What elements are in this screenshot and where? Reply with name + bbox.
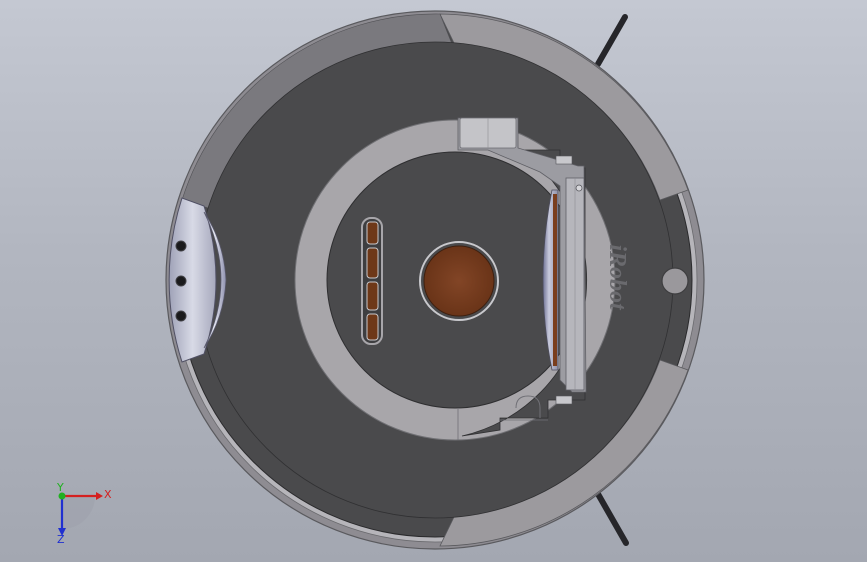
brand-logo: iRobot xyxy=(604,244,630,311)
small-button[interactable] xyxy=(661,267,689,295)
main-brush-strip xyxy=(553,194,557,366)
sensor-hole-2 xyxy=(175,275,187,287)
cad-viewport[interactable]: iRobot X Y Z xyxy=(0,0,867,562)
y-axis-label: Y xyxy=(56,481,64,494)
brush-rail-screw-top xyxy=(575,184,583,192)
vent-slot xyxy=(366,247,379,279)
vent-slot xyxy=(366,221,379,245)
side-brush-bottom xyxy=(595,491,629,546)
z-axis-label: Z xyxy=(57,533,65,546)
sensor-hole-1 xyxy=(175,240,187,252)
side-brush-top xyxy=(595,14,628,67)
vent-slot xyxy=(366,281,379,311)
sensor-hole-3 xyxy=(175,310,187,322)
clip-top xyxy=(555,155,573,165)
vent-slot xyxy=(366,313,379,341)
axis-triad: X Y Z xyxy=(56,481,112,546)
clip-bottom xyxy=(555,395,573,405)
center-wheel[interactable] xyxy=(423,245,495,317)
triad-shadow xyxy=(62,496,95,529)
x-axis-label: X xyxy=(104,488,112,501)
vent-slots xyxy=(361,217,383,345)
x-axis-arrow xyxy=(96,492,103,500)
robot-body[interactable]: iRobot xyxy=(165,10,705,550)
